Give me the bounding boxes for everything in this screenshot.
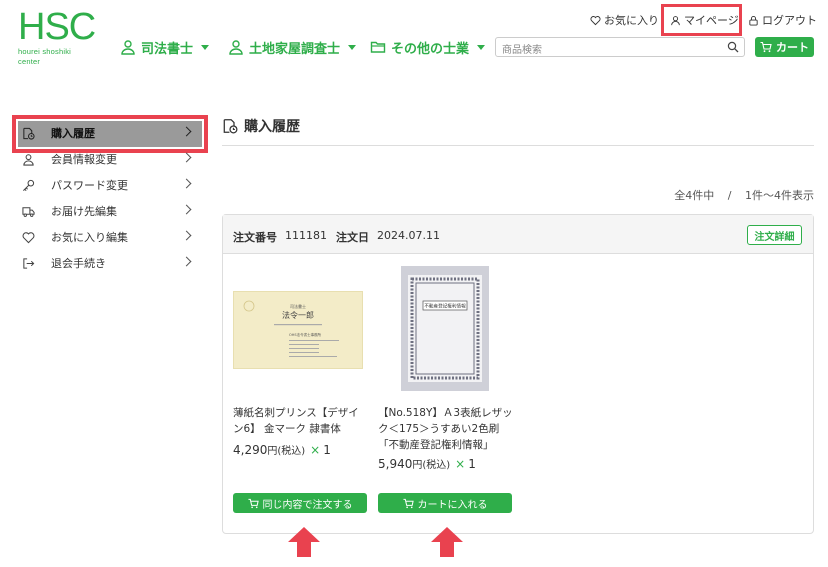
nav-label: その他の士業 [391, 41, 470, 57]
favorites-link[interactable]: お気に入り [590, 13, 659, 27]
sidebar-item-favorites-edit[interactable]: お気に入り編集 [22, 225, 194, 249]
product-name[interactable]: 薄紙名刺プリンス【デザイン6】 金マーク 隷書体 [233, 405, 365, 437]
cover-title: 不動産登記権利情報 [424, 303, 466, 310]
caret-down-icon [477, 44, 486, 50]
caret-down-icon [201, 44, 210, 50]
pager-separator: / [727, 189, 732, 202]
annotation-arrow-up-icon [288, 527, 320, 557]
pager-total: 全4件中 [674, 189, 715, 202]
sidebar-item-purchase-history[interactable]: 購入履歴 [22, 121, 194, 145]
site-logo[interactable]: HSC hourei shoshiki center [18, 6, 96, 66]
product-price: 4,290 [233, 443, 268, 457]
chevron-right-icon [181, 230, 192, 241]
cart-icon [402, 498, 414, 508]
divider [222, 145, 814, 146]
logout-label: ログアウト [762, 14, 817, 27]
order-number: 111181 [285, 229, 327, 242]
add-to-cart-button[interactable]: カートに入れる [378, 493, 512, 513]
lock-icon [749, 15, 758, 26]
sidebar-item-label: お届け先編集 [51, 205, 117, 218]
sidebar-item-label: 退会手続き [51, 257, 106, 270]
truck-icon [22, 206, 35, 217]
sidebar-item-password[interactable]: パスワード変更 [22, 173, 194, 197]
caret-down-icon [348, 44, 357, 50]
chevron-right-icon [181, 256, 192, 267]
logo-subtext: hourei shoshiki center [18, 47, 72, 66]
price-unit: 円(税込) [412, 460, 451, 471]
card-role: 司法書士 [290, 303, 306, 309]
cart-icon [247, 498, 259, 508]
mypage-link[interactable]: マイページ [670, 13, 739, 27]
mypage-label: マイページ [684, 14, 739, 27]
order-card [222, 214, 814, 534]
card-office: OHS法令書士事務所 [289, 332, 322, 337]
cart-icon [760, 41, 772, 53]
person-icon [121, 40, 135, 55]
sidebar-item-label: パスワード変更 [51, 179, 128, 192]
exit-icon [23, 257, 35, 269]
cart-button[interactable]: カート [755, 37, 814, 57]
card-person-name: 法令一郎 [282, 310, 314, 320]
folder-icon [370, 41, 386, 53]
times-sign: × [455, 457, 466, 471]
heart-icon [590, 15, 601, 25]
chevron-right-icon [181, 152, 192, 163]
annotation-arrow-up-icon [431, 527, 463, 557]
search-box [495, 37, 745, 60]
user-icon [23, 153, 34, 166]
nav-shihoshoshi[interactable]: 司法書士 [120, 37, 210, 57]
page-title: 購入履歴 [222, 116, 300, 136]
sidebar-item-delivery-address[interactable]: お届け先編集 [22, 199, 194, 223]
nav-label: 司法書士 [141, 41, 194, 57]
chevron-right-icon [181, 178, 192, 189]
add-to-cart-button-label: カートに入れる [417, 499, 488, 511]
logout-link[interactable]: ログアウト [748, 13, 817, 27]
sidebar-item-member-info[interactable]: 会員情報変更 [22, 147, 194, 171]
product-price-row: 4,290円(税込) × 1 [233, 442, 331, 457]
product-image-cover[interactable]: 不動産登記権利情報 [401, 266, 489, 391]
product-qty: 1 [323, 443, 331, 457]
logo-text: HSC [18, 6, 96, 48]
sidebar-item-label: お気に入り編集 [51, 231, 128, 244]
search-input[interactable] [496, 41, 717, 60]
sidebar-item-label: 購入履歴 [51, 127, 95, 140]
product-price: 5,940 [378, 457, 413, 471]
chevron-right-icon [181, 126, 192, 137]
user-icon [671, 15, 680, 25]
favorites-label: お気に入り [604, 14, 659, 27]
pagination-summary: 全4件中 / 1件～4件表示 [674, 187, 814, 203]
product-qty: 1 [468, 457, 476, 471]
order-date: 2024.07.11 [377, 229, 440, 242]
order-detail-button[interactable]: 注文詳細 [747, 225, 802, 245]
search-icon[interactable] [727, 41, 739, 53]
reorder-button[interactable]: 同じ内容で注文する [233, 493, 367, 513]
person-icon [229, 40, 243, 55]
nav-other-professions[interactable]: その他の士業 [370, 37, 486, 57]
business-card-illustration: 司法書士 法令一郎 OHS法令書士事務所 [243, 300, 339, 357]
purchase-history-icon [23, 127, 35, 140]
purchase-history-icon [223, 119, 238, 134]
product-price-row: 5,940円(税込) × 1 [378, 456, 476, 471]
page-title-text: 購入履歴 [244, 119, 300, 135]
times-sign: × [310, 443, 321, 457]
reorder-button-label: 同じ内容で注文する [262, 499, 353, 511]
cover-illustration: 不動産登記権利情報 [408, 275, 482, 382]
price-unit: 円(税込) [267, 446, 306, 457]
key-icon [23, 179, 35, 191]
order-number-label: 注文番号 [233, 231, 277, 244]
order-date-label: 注文日 [336, 231, 369, 244]
heart-icon [22, 231, 35, 243]
product-image-business-card[interactable]: 司法書士 法令一郎 OHS法令書士事務所 [233, 291, 363, 369]
cart-label: カート [776, 41, 809, 54]
chevron-right-icon [181, 204, 192, 215]
sidebar-item-withdraw[interactable]: 退会手続き [22, 251, 194, 275]
nav-tochikaoku[interactable]: 土地家屋調査士 [228, 37, 357, 57]
pager-range: 1件～4件表示 [745, 189, 814, 202]
sidebar-item-label: 会員情報変更 [51, 153, 117, 166]
nav-label: 土地家屋調査士 [249, 41, 341, 57]
product-name[interactable]: 【No.518Y】Ａ3表紙レザック＜175＞うすあい2色刷「不動産登記権利情報」 [378, 405, 514, 453]
